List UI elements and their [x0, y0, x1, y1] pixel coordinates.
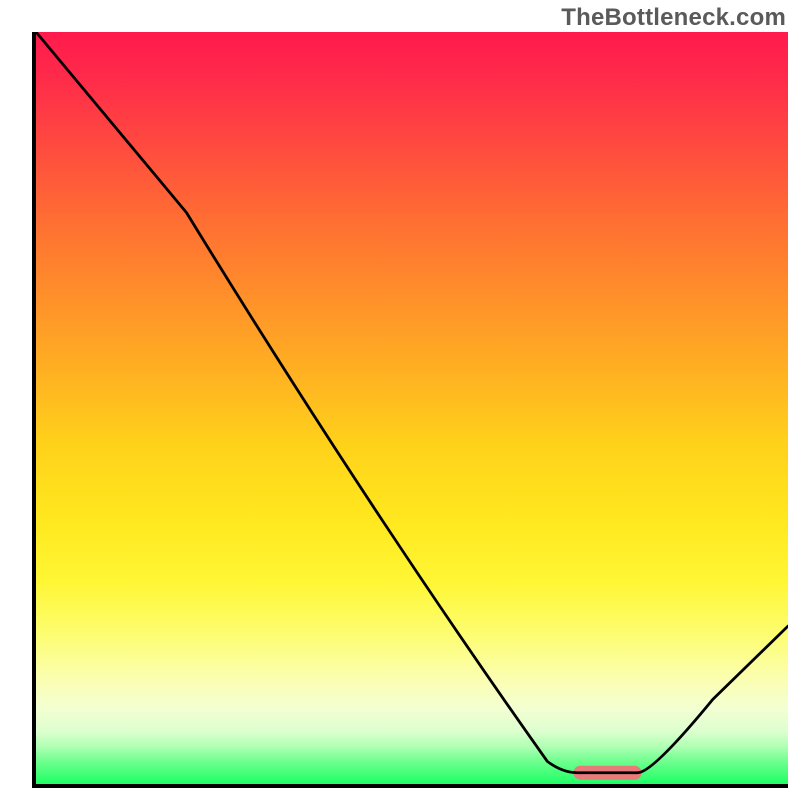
plot-area	[32, 32, 788, 788]
chart-svg	[36, 32, 788, 784]
watermark-text: TheBottleneck.com	[561, 4, 786, 32]
bottleneck-curve	[36, 32, 788, 773]
chart-container: TheBottleneck.com	[0, 0, 800, 800]
